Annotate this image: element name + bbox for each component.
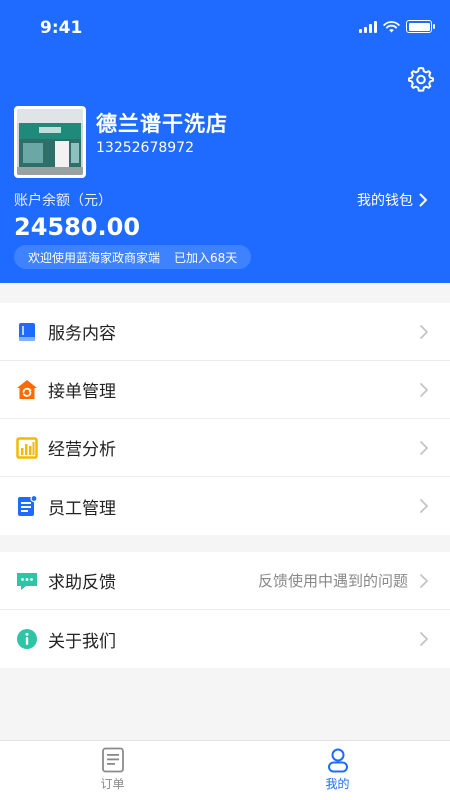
chevron-right-icon	[420, 499, 428, 513]
menu-item-label: 服务内容	[48, 324, 116, 344]
store-phone: 13252678972	[96, 140, 194, 156]
book-icon	[16, 321, 38, 343]
gear-icon	[408, 67, 434, 92]
balance-label: 账户余额（元）	[14, 193, 112, 209]
menu-item-label: 经营分析	[48, 440, 116, 460]
menu-item-label: 员工管理	[48, 498, 116, 519]
wallet-link[interactable]: 我的钱包	[357, 190, 428, 210]
store-avatar[interactable]	[14, 106, 86, 178]
status-bar: 9:41	[0, 0, 450, 56]
chevron-right-icon	[420, 324, 428, 339]
bottom-tab-bar: 订单 我的	[0, 740, 450, 800]
menu-item-service-content[interactable]: 服务内容	[0, 303, 450, 361]
status-icons	[359, 20, 435, 33]
chevron-right-icon	[420, 382, 428, 397]
tab-orders[interactable]: 订单	[0, 741, 225, 800]
bar-chart-icon	[16, 436, 38, 459]
menu-item-help-feedback[interactable]: 求助反馈 反馈使用中遇到的问题	[0, 552, 450, 610]
chevron-right-icon	[419, 193, 427, 207]
chevron-right-icon	[420, 632, 428, 646]
profile-header: 9:41 德兰谱干洗店 13252678972 账户余额（元） 我的钱包 245…	[0, 0, 450, 283]
info-icon	[16, 628, 38, 650]
settings-button[interactable]	[406, 64, 436, 94]
menu-item-label: 接单管理	[48, 382, 116, 402]
welcome-badge: 欢迎使用蓝海家政商家端 已加入68天	[14, 245, 252, 269]
chevron-right-icon	[420, 573, 428, 588]
menu-group-support: 求助反馈 反馈使用中遇到的问题 关于我们	[0, 552, 450, 668]
balance-value: 24580.00	[14, 213, 141, 241]
person-icon	[327, 748, 348, 773]
storefront-image	[17, 109, 83, 175]
menu-item-label: 关于我们	[48, 631, 116, 652]
chevron-right-icon	[420, 440, 428, 455]
menu-item-order-management[interactable]: 接单管理	[0, 361, 450, 419]
store-name: 德兰谱干洗店	[96, 112, 228, 136]
menu-group-business: 服务内容 接单管理 经营分析 员工管理	[0, 303, 450, 535]
menu-item-about-us[interactable]: 关于我们	[0, 610, 450, 668]
chat-icon	[16, 570, 38, 592]
welcome-text: 欢迎使用蓝海家政商家端	[28, 250, 161, 265]
joined-days-text: 已加入68天	[174, 250, 238, 265]
wallet-label: 我的钱包	[357, 193, 413, 209]
house-refresh-icon	[16, 379, 38, 401]
status-time: 9:41	[40, 18, 83, 38]
order-icon	[101, 747, 124, 773]
menu-item-hint: 反馈使用中遇到的问题	[257, 572, 408, 590]
tab-label: 我的	[325, 777, 350, 791]
wifi-icon	[383, 20, 400, 32]
menu-item-staff-management[interactable]: 员工管理	[0, 477, 450, 535]
menu-item-business-analysis[interactable]: 经营分析	[0, 419, 450, 477]
cellular-signal-icon	[359, 20, 377, 33]
menu-item-label: 求助反馈	[48, 573, 116, 593]
staff-doc-icon	[16, 495, 38, 517]
tab-label: 订单	[100, 777, 125, 791]
battery-icon	[406, 20, 435, 33]
tab-mine[interactable]: 我的	[225, 741, 450, 800]
